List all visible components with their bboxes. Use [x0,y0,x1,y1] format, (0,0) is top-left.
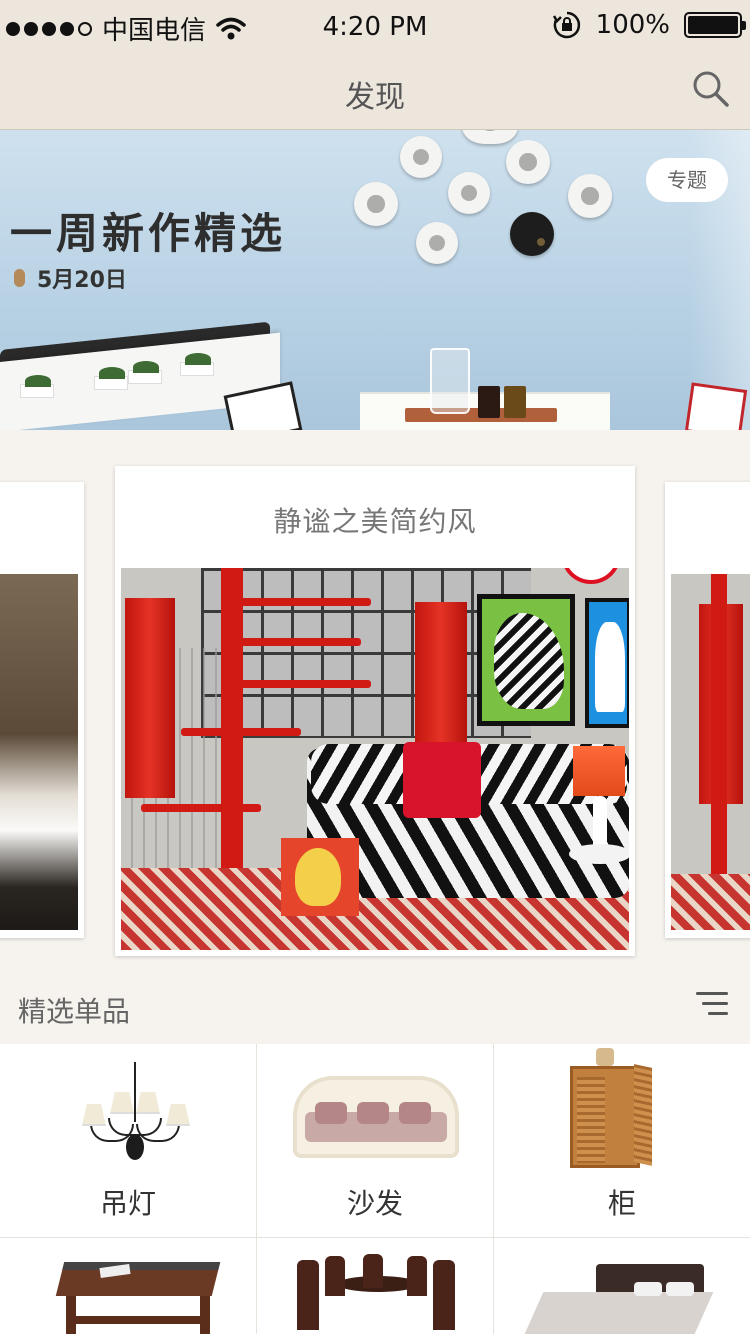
decor-plate [448,172,490,214]
decor-plate [416,222,458,264]
pop-art-bag [281,838,359,916]
date-dot-icon [14,269,25,287]
status-right: 100% [552,10,746,40]
bed-icon [524,1264,714,1334]
room-curtain [415,602,467,752]
product-cell-cabinet[interactable]: 柜 [494,1044,750,1238]
banner-pitcher [430,348,470,414]
product-cell-sofa[interactable]: 沙发 [257,1044,494,1238]
decor-plate [510,212,554,256]
battery-percent: 100% [595,10,670,40]
featured-banner[interactable]: 一周新作精选 5月20日 专题 [0,130,750,430]
room-cushion [403,742,481,818]
stair-step [221,680,371,688]
stair-step [221,598,371,606]
plant-pot [20,375,54,398]
search-icon[interactable] [690,68,730,108]
product-label: 柜 [607,1187,636,1220]
style-carousel[interactable]: 静谧之美简约风 [0,430,750,962]
card-title: 静谧之美简约风 [273,505,477,538]
zebra-art [477,594,575,726]
section-title: 精选单品 [18,995,131,1028]
card-photo [121,568,629,950]
product-cell-coffee-table[interactable] [0,1238,257,1334]
decor-plate [568,174,612,218]
wall-clock [561,568,621,584]
plant-pot [180,353,214,376]
carousel-card-prev[interactable] [0,482,84,938]
decor-plate [400,136,442,178]
chandelier-icon [80,1062,196,1166]
card-photo [671,574,750,930]
coffee-table-icon [55,1262,221,1334]
stair-step [141,804,261,812]
room-lamp [573,746,625,796]
battery-icon [684,12,746,38]
decor-plate [506,140,550,184]
carousel-card-next[interactable] [665,482,750,938]
penguin-art [585,598,629,728]
banner-headline: 一周新作精选 [10,209,287,258]
nav-bar: 发现 [0,54,750,130]
product-cell-dining-set[interactable] [257,1238,494,1334]
cabinet-icon [570,1048,660,1172]
featured-items-header: 精选单品 [0,962,750,1044]
room-curtain [125,598,175,798]
plant-pot [128,361,162,384]
room-side-table [569,844,629,864]
decor-plate [354,182,398,226]
filter-menu-icon[interactable] [696,992,728,1016]
banner-date-label: 5月20日 [37,268,127,293]
card-photo [0,574,78,930]
stair-step [231,638,361,646]
status-bar: 中国电信 4:20 PM 100% [0,0,750,54]
product-cell-chandelier[interactable]: 吊灯 [0,1044,257,1238]
product-cell-bed[interactable] [494,1238,750,1334]
banner-pillow-right [684,382,748,430]
decor-pendant [462,130,518,144]
plant-pot [94,367,128,390]
dining-set-icon [297,1254,457,1334]
room-rug [671,874,750,930]
page-title: 发现 [345,80,405,115]
banner-cup [504,386,526,418]
banner-cup [478,386,500,418]
product-grid: 吊灯 沙发 柜 [0,1044,750,1334]
product-label: 沙发 [346,1187,403,1220]
stair-step [181,728,301,736]
rotation-lock-icon [552,11,580,39]
carousel-card-active[interactable]: 静谧之美简约风 [115,466,635,956]
product-label: 吊灯 [99,1187,156,1220]
sofa-icon [293,1076,459,1166]
topic-tag[interactable]: 专题 [646,158,728,202]
banner-date: 5月20日 [14,262,127,294]
